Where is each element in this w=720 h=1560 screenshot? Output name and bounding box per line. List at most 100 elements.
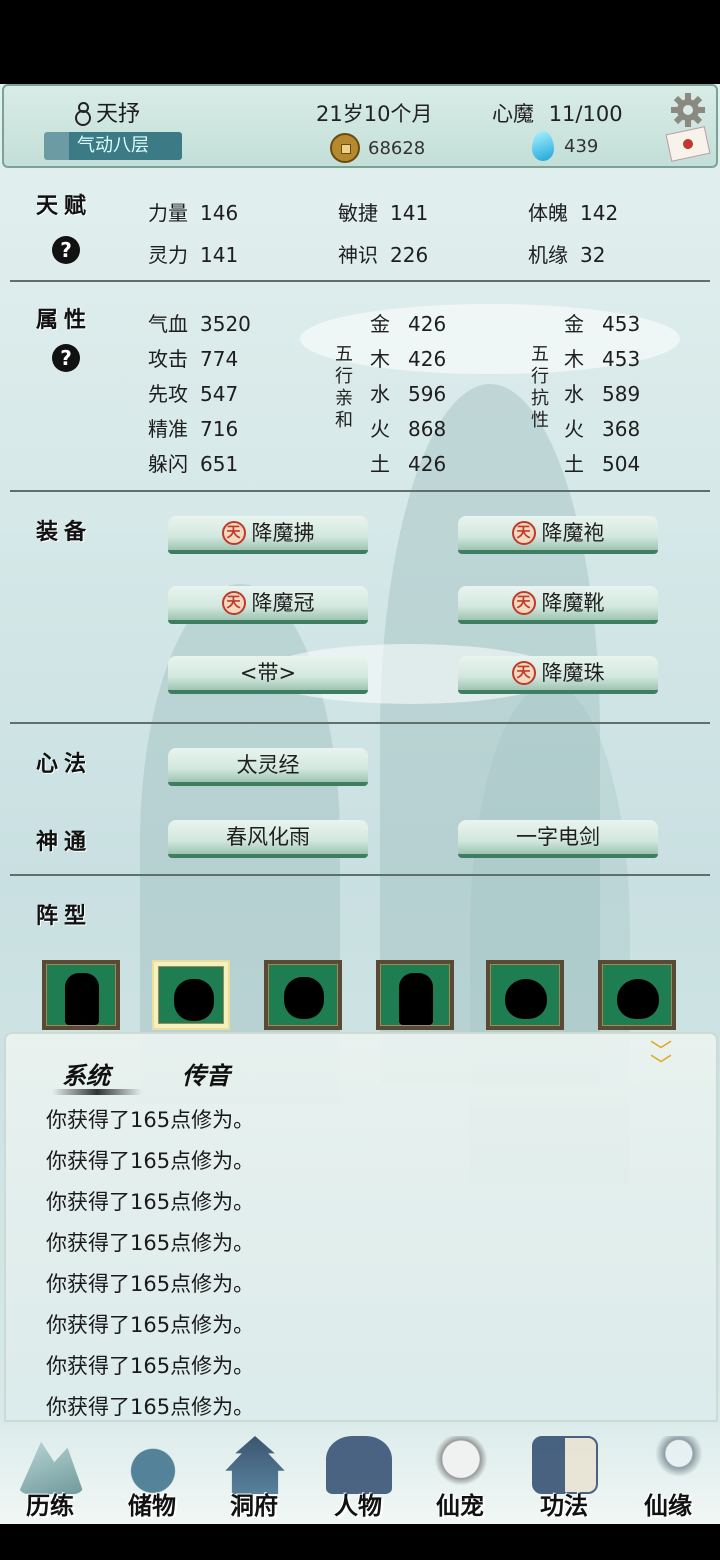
shentong-slot[interactable]: 一字电剑 [458, 820, 658, 858]
equip-slot-pearl[interactable]: 天降魔珠 [458, 656, 658, 694]
nav-xianyuan[interactable]: 仙缘 [618, 1424, 718, 1524]
resist-stat: 火 368 [564, 417, 641, 441]
talent-stat: 敏捷 141 [338, 201, 429, 225]
resist-title: 五行抗性 [531, 344, 549, 431]
realm-bar: 气动八层 [44, 132, 182, 160]
character-name-text: 天抒 [96, 102, 141, 127]
chat-panel: 系统 传音 ﹀ ﹀ 你获得了165点修为。 你获得了165点修为。 你获得了165… [4, 1032, 718, 1422]
gem-value: 439 [564, 135, 599, 157]
section-divider [10, 490, 710, 492]
basic-attribute: 躲闪 651 [148, 452, 239, 476]
affinity-title: 五行亲和 [335, 344, 353, 431]
resist-stat: 土 504 [564, 452, 641, 476]
xinmo-value: 11/100 [548, 102, 623, 126]
talent-stat: 体魄 142 [528, 201, 619, 225]
chat-message: 你获得了165点修为。 [46, 1190, 255, 1214]
formation-slot-selected[interactable] [152, 960, 230, 1030]
xinfa-slot[interactable]: 太灵经 [168, 748, 368, 786]
attributes-section-label: 属性 [36, 307, 93, 333]
nav-renwu[interactable]: 人物 [308, 1424, 408, 1524]
chat-message: 你获得了165点修为。 [46, 1354, 255, 1378]
section-divider [10, 280, 710, 282]
horned-beast-icon [174, 979, 214, 1021]
section-divider [10, 874, 710, 876]
formation-slot[interactable] [264, 960, 342, 1030]
tab-system[interactable]: 系统 [52, 1056, 142, 1095]
age-text: 21岁10个月 [316, 102, 433, 126]
resist-stat: 水 589 [564, 382, 641, 406]
nav-chuwu[interactable]: 储物 [102, 1424, 202, 1524]
double-chevron-down-icon[interactable]: ﹀ ﹀ [646, 1042, 676, 1078]
chat-message: 你获得了165点修为。 [46, 1313, 255, 1337]
heaven-grade-icon: 天 [511, 521, 536, 545]
nav-dongfu[interactable]: 洞府 [204, 1424, 304, 1524]
nav-xianchong[interactable]: 仙宠 [410, 1424, 510, 1524]
basic-attribute: 气血 3520 [148, 312, 251, 336]
robed-cultivator-icon [65, 973, 99, 1025]
chat-message: 你获得了165点修为。 [46, 1395, 255, 1419]
basic-attribute: 先攻 547 [148, 382, 239, 406]
resist-stat: 金 453 [564, 312, 641, 336]
gourd-icon [74, 100, 91, 126]
affinity-stat: 木 426 [370, 347, 447, 371]
heaven-grade-icon: 天 [511, 591, 536, 615]
chat-message: 你获得了165点修为。 [46, 1149, 255, 1173]
heaven-grade-icon: 天 [221, 521, 246, 545]
affinity-stat: 水 596 [370, 382, 447, 406]
affinity-stat: 火 868 [370, 417, 447, 441]
nav-lilian[interactable]: 历练 [0, 1424, 100, 1524]
shentong-section-label: 神通 [36, 829, 93, 855]
talent-help-button[interactable]: ? [52, 236, 80, 264]
equip-slot-crown[interactable]: 天降魔冠 [168, 586, 368, 624]
chat-message: 你获得了165点修为。 [46, 1231, 255, 1255]
xinfa-section-label: 心法 [36, 751, 93, 777]
coin-value: 68628 [368, 137, 426, 159]
basic-attribute: 攻击 774 [148, 347, 239, 371]
coin-icon [330, 133, 360, 163]
formation-slot[interactable] [486, 960, 564, 1030]
formation-slot[interactable] [598, 960, 676, 1030]
shentong-slot[interactable]: 春风化雨 [168, 820, 368, 858]
formation-section-label: 阵型 [36, 903, 93, 929]
character-header: 天抒 气动八层 21岁10个月 心魔 11/100 68628 439 [2, 84, 718, 168]
nav-gongfa[interactable]: 功法 [514, 1424, 614, 1524]
basic-attribute: 精准 716 [148, 417, 239, 441]
heaven-grade-icon: 天 [511, 661, 536, 685]
chat-message: 你获得了165点修为。 [46, 1108, 255, 1132]
talent-section-label: 天赋 [36, 193, 93, 219]
formation-slot[interactable] [42, 960, 120, 1030]
attributes-help-button[interactable]: ? [52, 344, 80, 372]
formation-slot[interactable] [376, 960, 454, 1030]
ghost-spirit-icon [617, 979, 659, 1019]
resist-stat: 木 453 [564, 347, 641, 371]
talent-stat: 神识 226 [338, 243, 429, 267]
gear-icon[interactable] [670, 92, 706, 128]
talent-stat: 机缘 32 [528, 243, 606, 267]
gem-balance: 439 [532, 131, 598, 161]
realm-progress-fill [44, 132, 69, 160]
chat-message: 你获得了165点修为。 [46, 1272, 255, 1296]
coin-balance: 68628 [330, 133, 425, 163]
system-nav-bar [0, 1524, 720, 1560]
section-divider [10, 722, 710, 724]
affinity-stat: 土 426 [370, 452, 447, 476]
equip-slot-weapon[interactable]: 天降魔拂 [168, 516, 368, 554]
xinmo-label: 心魔 [492, 102, 534, 126]
talent-stat: 灵力 141 [148, 243, 239, 267]
gem-icon [532, 131, 554, 161]
robed-cultivator-icon [399, 973, 433, 1025]
xinmo-counter: 心魔 11/100 [492, 98, 623, 128]
horned-beast-icon [284, 977, 324, 1019]
heaven-grade-icon: 天 [221, 591, 246, 615]
status-bar [0, 0, 720, 84]
realm-text: 气动八层 [77, 135, 149, 156]
equip-slot-robe[interactable]: 天降魔袍 [458, 516, 658, 554]
affinity-stat: 金 426 [370, 312, 447, 336]
equip-slot-belt[interactable]: <带> [168, 656, 368, 694]
equip-slot-boots[interactable]: 天降魔靴 [458, 586, 658, 624]
tab-whisper[interactable]: 传音 [182, 1056, 230, 1091]
character-name: 天抒 [74, 96, 140, 128]
bottom-nav: 历练 储物 洞府 人物 仙宠 功法 仙缘 [0, 1424, 720, 1524]
talent-stat: 力量 146 [148, 201, 239, 225]
ghost-spirit-icon [505, 979, 547, 1019]
